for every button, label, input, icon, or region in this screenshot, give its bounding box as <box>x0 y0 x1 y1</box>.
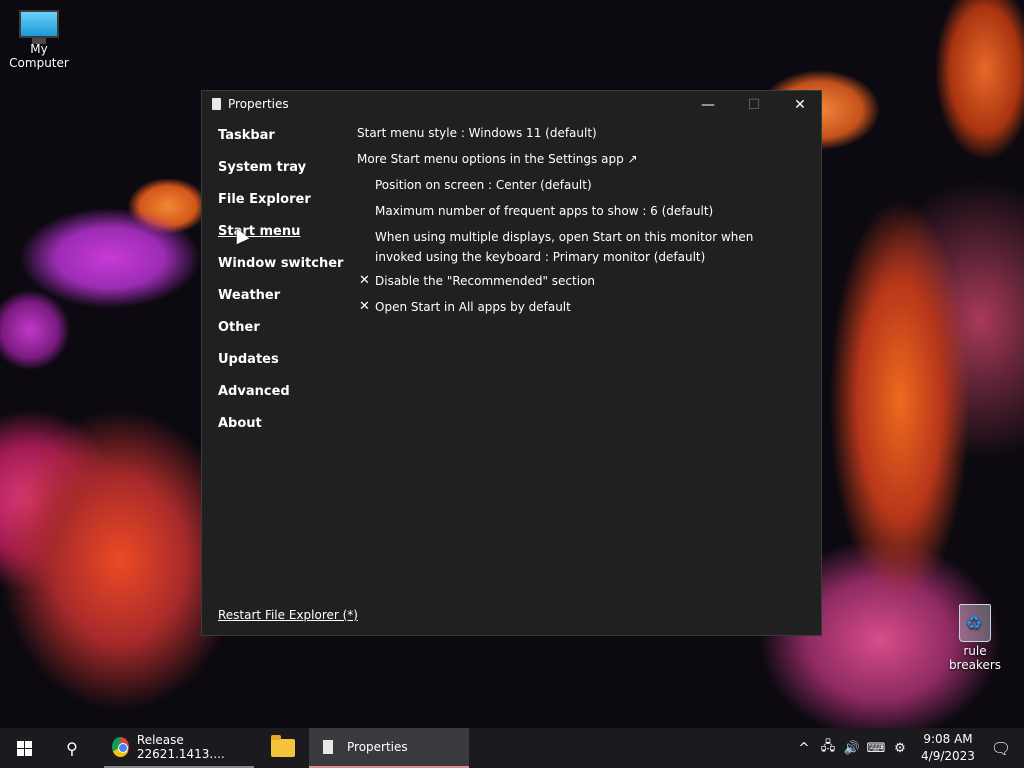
disable-recommended-toggle[interactable]: ✕ Disable the "Recommended" section <box>357 273 797 299</box>
multi-display-option[interactable]: When using multiple displays, open Start… <box>357 227 797 273</box>
maximize-button[interactable]: ☐ <box>731 91 777 119</box>
minimize-button[interactable]: — <box>685 91 731 119</box>
nav-item-about[interactable]: About <box>218 416 343 448</box>
unchecked-x-icon: ✕ <box>359 273 370 288</box>
settings-app-link[interactable]: More Start menu options in the Settings … <box>357 151 797 177</box>
system-tray: ^ 🖧 🔊 ⌨ ⚙ 9:08 AM 4/9/2023 🗨 <box>792 728 1024 768</box>
unchecked-x-icon: ✕ <box>359 299 370 314</box>
clock-time: 9:08 AM <box>923 732 973 746</box>
open-all-apps-toggle[interactable]: ✕ Open Start in All apps by default <box>357 299 797 325</box>
nav-item-advanced[interactable]: Advanced <box>218 384 343 416</box>
clock[interactable]: 9:08 AM 4/9/2023 <box>918 731 978 765</box>
taskbar-properties-button[interactable]: Properties <box>309 728 469 768</box>
properties-app-icon <box>323 740 333 754</box>
taskbar-chrome-button[interactable]: Release 22621.1413.... <box>104 728 254 768</box>
start-button[interactable] <box>0 728 48 768</box>
settings-gear-icon[interactable]: ⚙ <box>888 741 912 756</box>
sidebar-nav: Taskbar System tray File Explorer Start … <box>218 128 343 448</box>
my-computer-desktop-icon[interactable]: My Computer <box>0 10 78 70</box>
monitor-icon <box>19 10 59 44</box>
recycle-bin-icon: ♻ <box>959 604 991 642</box>
nav-item-taskbar[interactable]: Taskbar <box>218 128 343 160</box>
nav-item-file-explorer[interactable]: File Explorer <box>218 192 343 224</box>
notification-icon[interactable]: 🗨 <box>978 739 1024 758</box>
recycle-bin-label: rule breakers <box>948 644 1002 672</box>
clock-date: 4/9/2023 <box>921 749 975 763</box>
nav-item-window-switcher[interactable]: Window switcher <box>218 256 343 288</box>
windows-logo-icon <box>16 740 32 756</box>
app-icon <box>212 98 221 110</box>
folder-icon <box>271 735 295 757</box>
properties-task-label: Properties <box>347 740 408 754</box>
volume-icon[interactable]: 🔊 <box>840 741 864 756</box>
position-option[interactable]: Position on screen : Center (default) <box>357 177 797 203</box>
taskbar: ⚲ Release 22621.1413.... Properties ^ 🖧 … <box>0 728 1024 768</box>
nav-item-weather[interactable]: Weather <box>218 288 343 320</box>
settings-panel: Start menu style : Windows 11 (default) … <box>357 125 797 325</box>
search-button[interactable]: ⚲ <box>48 728 96 768</box>
chrome-task-label: Release 22621.1413.... <box>136 733 225 761</box>
show-hidden-icons-chevron-icon[interactable]: ^ <box>792 741 816 756</box>
start-menu-style-option[interactable]: Start menu style : Windows 11 (default) <box>357 125 797 151</box>
nav-item-updates[interactable]: Updates <box>218 352 343 384</box>
taskbar-file-explorer-button[interactable] <box>262 728 304 768</box>
disable-recommended-label: Disable the "Recommended" section <box>375 274 596 288</box>
network-icon[interactable]: 🖧 <box>816 737 840 759</box>
search-icon: ⚲ <box>66 738 78 758</box>
my-computer-label: My Computer <box>9 42 69 70</box>
window-title: Properties <box>228 97 289 111</box>
close-button[interactable]: ✕ <box>777 91 823 119</box>
chrome-icon <box>112 737 129 757</box>
open-all-apps-label: Open Start in All apps by default <box>375 300 571 314</box>
nav-item-system-tray[interactable]: System tray <box>218 160 343 192</box>
nav-item-other[interactable]: Other <box>218 320 343 352</box>
recycle-bin-desktop-icon[interactable]: ♻ rule breakers <box>938 604 1012 672</box>
title-bar[interactable]: Properties — ☐ ✕ <box>202 91 821 119</box>
keyboard-icon[interactable]: ⌨ <box>864 741 888 756</box>
restart-explorer-link[interactable]: Restart File Explorer (*) <box>218 608 358 622</box>
max-frequent-apps-option[interactable]: Maximum number of frequent apps to show … <box>357 203 797 229</box>
properties-window: Properties — ☐ ✕ Taskbar System tray Fil… <box>201 90 822 636</box>
